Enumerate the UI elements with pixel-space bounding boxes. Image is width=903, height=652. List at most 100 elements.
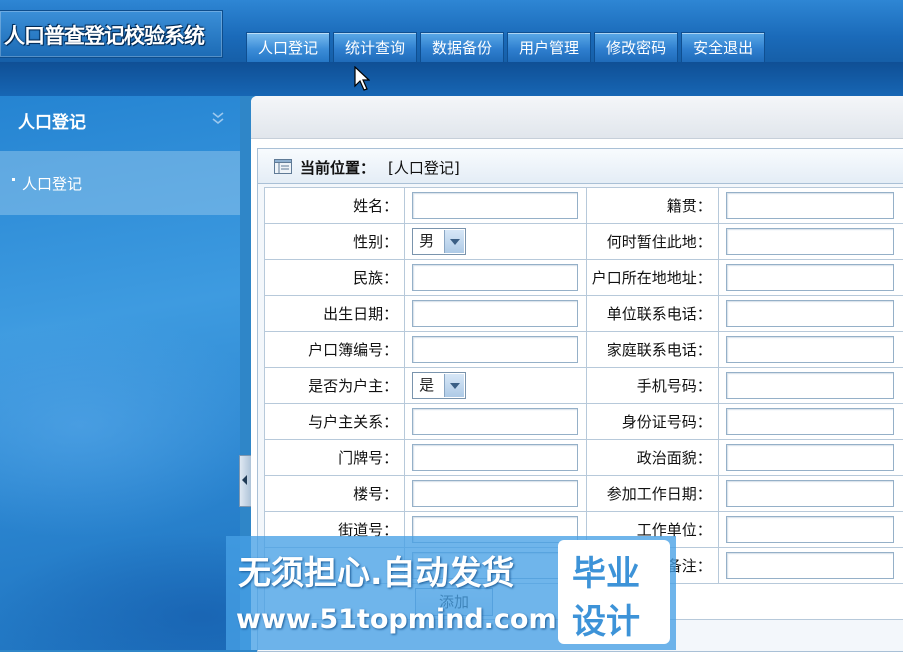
field-cell: [718, 332, 903, 368]
sidebar-header[interactable]: 人口登记: [0, 96, 240, 144]
sidebar-item-population-registration[interactable]: 人口登记: [12, 173, 82, 194]
watermark-url: www.51topmind.com: [236, 604, 557, 635]
sidebar: 人口登记 人口登记: [0, 96, 240, 650]
text-input[interactable]: [412, 264, 578, 291]
field-select[interactable]: 是: [412, 372, 466, 399]
field-cell: [718, 224, 903, 260]
top-header: 人口普查登记校验系统 人口登记 统计查询 数据备份 用户管理 修改密码 安全退出: [0, 0, 903, 62]
tab-logout[interactable]: 安全退出: [681, 32, 765, 62]
form-row: 户口簿编号： 家庭联系电话：: [265, 332, 903, 368]
field-cell: [718, 368, 903, 404]
field-cell: [405, 476, 586, 512]
field-cell: [718, 512, 903, 548]
dropdown-arrow-icon[interactable]: [444, 230, 464, 253]
text-input[interactable]: [412, 192, 578, 219]
field-label: 姓名：: [265, 188, 405, 224]
form-row: 姓名： 籍贯：: [265, 188, 903, 224]
field-label: 是否为户主：: [265, 368, 405, 404]
text-input[interactable]: [412, 408, 578, 435]
form-row: 门牌号： 政治面貌：: [265, 440, 903, 476]
text-input[interactable]: [726, 372, 894, 399]
double-chevron-down-icon[interactable]: [210, 110, 226, 126]
tab-statistics-query[interactable]: 统计查询: [333, 32, 417, 62]
text-input[interactable]: [726, 552, 894, 579]
text-input[interactable]: [412, 300, 578, 327]
form-row: 是否为户主： 是 手机号码：: [265, 368, 903, 404]
field-cell: [405, 404, 586, 440]
field-label: 与户主关系：: [265, 404, 405, 440]
field-label: 门牌号：: [265, 440, 405, 476]
field-label: 何时暂住此地：: [586, 224, 718, 260]
select-value: 是: [419, 373, 434, 398]
field-cell: [405, 260, 586, 296]
field-cell: [405, 296, 586, 332]
text-input[interactable]: [726, 516, 894, 543]
field-cell: [718, 440, 903, 476]
app-logo: 人口普查登记校验系统: [0, 10, 223, 58]
tab-population-registration[interactable]: 人口登记: [246, 32, 330, 62]
field-label: 手机号码：: [586, 368, 718, 404]
mouse-pointer-icon: [354, 66, 370, 92]
app-logo-text: 人口普查登记校验系统: [4, 20, 204, 50]
watermark-overlay: 无须担心.自动发货 www.51topmind.com 毕业 设计: [226, 536, 676, 650]
text-input[interactable]: [726, 192, 894, 219]
field-label: 身份证号码：: [586, 404, 718, 440]
tab-change-password[interactable]: 修改密码: [594, 32, 678, 62]
text-input[interactable]: [726, 228, 894, 255]
text-input[interactable]: [726, 408, 894, 435]
form-row: 与户主关系： 身份证号码：: [265, 404, 903, 440]
field-cell: [718, 476, 903, 512]
field-label: 家庭联系电话：: [586, 332, 718, 368]
watermark-badge-bottom: 设计: [572, 594, 640, 643]
text-input[interactable]: [726, 444, 894, 471]
tab-user-management[interactable]: 用户管理: [507, 32, 591, 62]
field-label: 出生日期：: [265, 296, 405, 332]
text-input[interactable]: [726, 336, 894, 363]
field-label: 户口簿编号：: [265, 332, 405, 368]
watermark-slogan: 无须担心.自动发货: [238, 546, 515, 594]
text-input[interactable]: [412, 444, 578, 471]
text-input[interactable]: [726, 264, 894, 291]
field-label: 民族：: [265, 260, 405, 296]
field-cell: [718, 188, 903, 224]
sidebar-title: 人口登记: [18, 108, 86, 133]
select-value: 男: [419, 229, 434, 254]
field-cell: [718, 404, 903, 440]
tab-data-backup[interactable]: 数据备份: [420, 32, 504, 62]
watermark-badge: 毕业 设计: [558, 540, 670, 644]
field-label: 参加工作日期：: [586, 476, 718, 512]
field-label: 政治面貌：: [586, 440, 718, 476]
field-cell: 是: [405, 368, 586, 404]
watermark-badge-top: 毕业: [572, 546, 640, 595]
text-input[interactable]: [726, 300, 894, 327]
field-cell: [405, 332, 586, 368]
dropdown-arrow-icon[interactable]: [444, 374, 464, 397]
text-input[interactable]: [412, 336, 578, 363]
text-input[interactable]: [726, 480, 894, 507]
list-icon: [274, 159, 292, 174]
breadcrumb-label: 当前位置：: [300, 157, 375, 178]
content-toolbar: [251, 96, 903, 139]
form-row: 民族： 户口所在地地址：: [265, 260, 903, 296]
breadcrumb-value: [人口登记]: [388, 157, 460, 178]
sidebar-item-label: 人口登记: [22, 175, 82, 193]
field-label: 性别：: [265, 224, 405, 260]
header-sub-bar: [0, 62, 903, 96]
field-label: 单位联系电话：: [586, 296, 718, 332]
field-label: 籍贯：: [586, 188, 718, 224]
form-row: 楼号： 参加工作日期：: [265, 476, 903, 512]
form-row: 性别： 男 何时暂住此地：: [265, 224, 903, 260]
field-cell: [718, 296, 903, 332]
text-input[interactable]: [412, 480, 578, 507]
sidebar-menu: 人口登记: [0, 151, 240, 215]
main-nav: 人口登记 统计查询 数据备份 用户管理 修改密码 安全退出: [246, 32, 768, 62]
field-label: 户口所在地地址：: [586, 260, 718, 296]
field-cell: [718, 260, 903, 296]
field-select[interactable]: 男: [412, 228, 466, 255]
field-cell: [405, 440, 586, 476]
form-row: 出生日期： 单位联系电话：: [265, 296, 903, 332]
bullet-icon: [12, 178, 15, 181]
field-label: 楼号：: [265, 476, 405, 512]
field-cell: [718, 548, 903, 584]
panel-header: 当前位置： [人口登记]: [258, 149, 903, 184]
